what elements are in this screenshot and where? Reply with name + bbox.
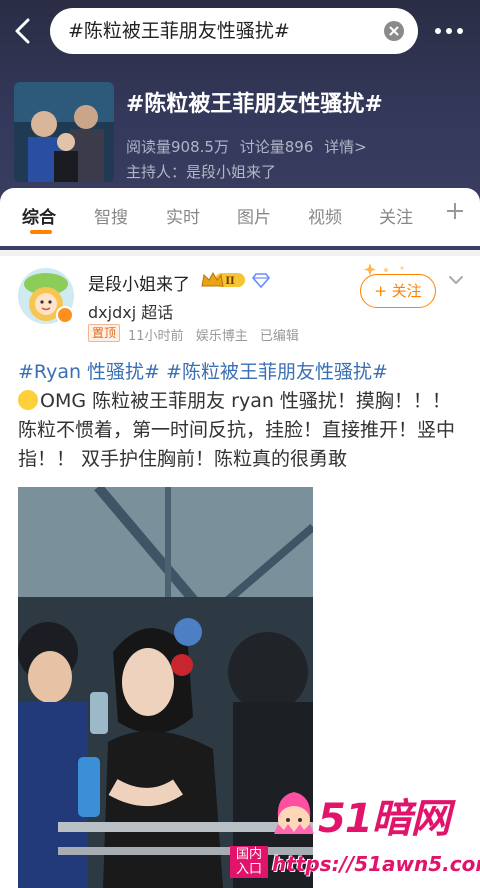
post-text: OMG 陈粒被王菲朋友 ryan 性骚扰！摸胸！！！ 陈粒不惯着，第一时间反抗，…: [18, 390, 456, 470]
back-arrow-icon: [15, 18, 30, 44]
topic-host[interactable]: 主持人：是段小姐来了: [126, 161, 276, 182]
super-topic-link[interactable]: dxjdxj 超话: [88, 299, 173, 323]
post-meta: 11小时前 娱乐博主 已编辑: [128, 325, 307, 344]
close-icon: [389, 26, 399, 36]
concert-photo: [18, 487, 313, 888]
tab-videos[interactable]: 视频: [308, 203, 342, 228]
topic-thumbnail[interactable]: [14, 82, 114, 182]
tab-comprehensive[interactable]: 综合: [22, 203, 56, 228]
watermark-brand: 51暗网: [318, 796, 451, 842]
post-body: #Ryan 性骚扰# #陈粒被王菲朋友性骚扰# OMG 陈粒被王菲朋友 ryan…: [18, 358, 462, 474]
back-button[interactable]: [8, 14, 42, 48]
verified-badge-icon: [56, 306, 74, 324]
topic-photo: [14, 82, 114, 182]
hashtag-ryan[interactable]: #Ryan 性骚扰#: [18, 361, 160, 383]
edited-label: 已编辑: [259, 329, 299, 344]
more-dots-icon: [435, 28, 463, 34]
post-image[interactable]: [18, 487, 313, 888]
plus-icon: [447, 203, 463, 219]
post-menu-button[interactable]: [446, 270, 466, 290]
more-options-button[interactable]: [432, 18, 466, 44]
post-time: 11小时前: [128, 329, 184, 344]
clear-search-button[interactable]: [384, 21, 404, 41]
search-input[interactable]: #陈粒被王菲朋友性骚扰#: [68, 8, 290, 54]
read-count: 阅读量908.5万: [126, 138, 229, 156]
add-tab-button[interactable]: [444, 200, 466, 222]
watermark-logo-icon: [272, 784, 316, 836]
discussion-count: 讨论量896: [239, 138, 314, 156]
watermark-entry-label: 国内入口: [230, 846, 268, 878]
follow-button[interactable]: + 关注: [360, 274, 436, 308]
hashtag-topic[interactable]: #陈粒被王菲朋友性骚扰#: [166, 361, 388, 383]
tab-realtime[interactable]: 实时: [166, 203, 200, 228]
topic-title: #陈粒被王菲朋友性骚扰#: [126, 92, 383, 117]
details-link[interactable]: 详情>: [324, 138, 367, 156]
search-bar[interactable]: #陈粒被王菲朋友性骚扰#: [50, 8, 418, 54]
tab-bar: 综合 智搜 实时 图片 视频 关注: [0, 188, 480, 246]
tab-smart-search[interactable]: 智搜: [94, 203, 128, 228]
active-tab-indicator: [30, 230, 52, 234]
chevron-down-icon: [449, 276, 463, 284]
author-role: 娱乐博主: [195, 329, 248, 344]
member-crown-icon: II: [201, 270, 247, 290]
topic-stats: 阅读量908.5万 讨论量896 详情>: [126, 136, 373, 157]
member-level: II: [225, 276, 235, 287]
diamond-icon: [251, 271, 271, 289]
tab-images[interactable]: 图片: [237, 203, 271, 228]
pinned-badge: 置顶: [88, 324, 121, 342]
screaming-face-emoji-icon: [18, 390, 38, 410]
author-name[interactable]: 是段小姐来了: [88, 270, 190, 295]
watermark-url: https://51awn5.com: [272, 852, 480, 876]
tab-following[interactable]: 关注: [379, 203, 413, 228]
